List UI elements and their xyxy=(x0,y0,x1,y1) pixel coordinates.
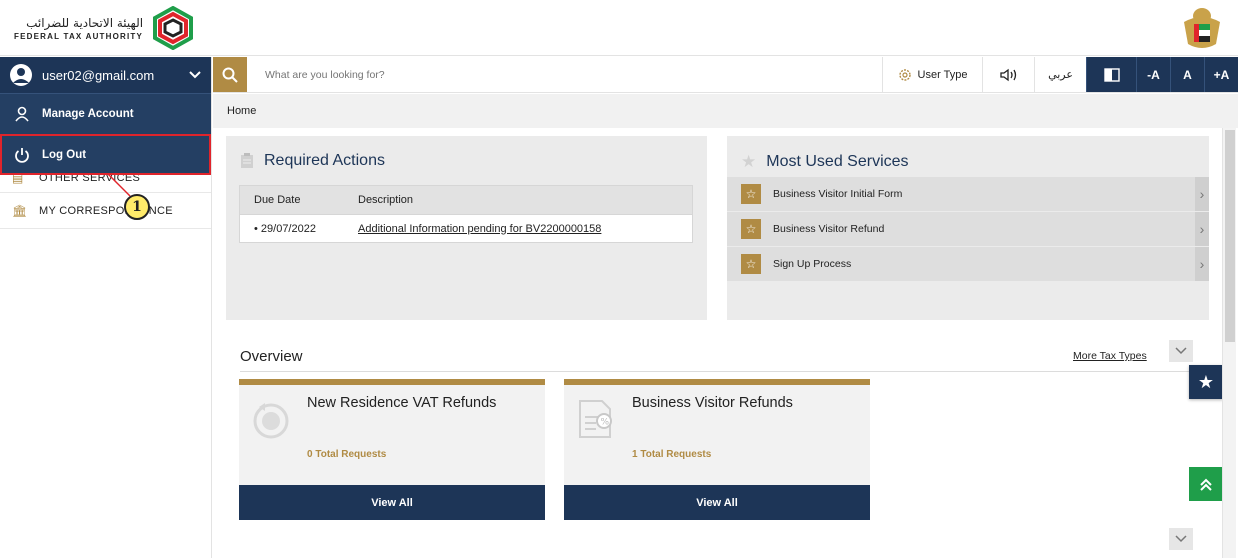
gear-icon xyxy=(898,68,911,81)
main-content: Required Actions Due Date Description • … xyxy=(213,128,1238,558)
breadcrumb-home[interactable]: Home xyxy=(227,105,256,117)
top-header: الهيئة الاتحادية للضرائب FEDERAL TAX AUT… xyxy=(0,0,1238,56)
row-due-date: • 29/07/2022 xyxy=(254,222,316,235)
search-icon xyxy=(222,67,238,83)
sidebar-item-label: OTHER SERVICES xyxy=(39,171,141,184)
scrollbar-thumb[interactable] xyxy=(1225,130,1235,342)
font-normal-button[interactable]: A xyxy=(1170,57,1204,92)
scroll-to-top-button[interactable] xyxy=(1189,467,1223,501)
more-tax-types-link[interactable]: More Tax Types xyxy=(1073,350,1147,362)
user-type-label: User Type xyxy=(917,68,968,81)
search-button[interactable] xyxy=(213,57,247,92)
service-item-business-visitor-refund[interactable]: ☆ Business Visitor Refund › xyxy=(727,212,1209,246)
page-scrollbar[interactable] xyxy=(1222,128,1236,558)
uae-emblem-icon xyxy=(1184,8,1220,48)
overview-divider xyxy=(240,371,1220,372)
chevron-down-icon xyxy=(1175,535,1187,543)
required-actions-table: Due Date Description • 29/07/2022 Additi… xyxy=(239,185,693,243)
required-actions-title: Required Actions xyxy=(240,152,385,170)
bank-icon: 🏛 xyxy=(12,203,28,218)
manage-account-menu-item[interactable]: Manage Account xyxy=(0,93,211,134)
column-description: Description xyxy=(358,194,414,206)
required-actions-heading: Required Actions xyxy=(264,152,385,169)
card-total-requests: 0 Total Requests xyxy=(307,449,387,460)
sidebar-item-my-correspondence[interactable]: 🏛 MY CORRESPONDENCE xyxy=(0,193,211,229)
clipboard-icon xyxy=(241,153,253,168)
sidebar: user02@gmail.com Manage Account Log Out … xyxy=(0,57,212,558)
overview-collapse-button[interactable] xyxy=(1169,340,1193,362)
section-collapse-button[interactable] xyxy=(1169,528,1193,550)
star-icon: ☆ xyxy=(741,219,761,239)
logo-text: الهيئة الاتحادية للضرائب FEDERAL TAX AUT… xyxy=(14,16,143,41)
log-out-label: Log Out xyxy=(42,149,87,161)
view-all-button[interactable]: View All xyxy=(239,485,545,520)
table-header: Due Date Description xyxy=(240,186,692,214)
new-residence-vat-refunds-card: New Residence VAT Refunds 0 Total Reques… xyxy=(239,379,545,520)
chevron-down-icon xyxy=(189,71,201,79)
avatar-icon xyxy=(10,64,32,86)
most-used-services-panel: ★ Most Used Services ☆ Business Visitor … xyxy=(727,136,1209,320)
most-used-services-heading: Most Used Services xyxy=(766,153,909,170)
language-toggle-button[interactable]: عربي xyxy=(1034,57,1086,92)
font-increase-button[interactable]: +A xyxy=(1204,57,1238,92)
user-menu-toggle[interactable]: user02@gmail.com xyxy=(0,57,211,93)
sidebar-item-other-services[interactable]: ▤ OTHER SERVICES xyxy=(0,163,211,193)
service-item-label: Business Visitor Refund xyxy=(773,223,885,235)
power-icon xyxy=(14,147,30,163)
table-row: • 29/07/2022 Additional Information pend… xyxy=(240,214,692,242)
service-item-label: Business Visitor Initial Form xyxy=(773,188,903,200)
search-toolbar: User Type عربي -A A +A xyxy=(213,57,1238,93)
service-item-sign-up-process[interactable]: ☆ Sign Up Process › xyxy=(727,247,1209,281)
fta-logo-icon xyxy=(153,6,194,50)
step-marker: 1 xyxy=(124,194,150,220)
logo-english-text: FEDERAL TAX AUTHORITY xyxy=(14,31,144,41)
favorites-button[interactable]: ★ xyxy=(1189,365,1223,399)
person-icon xyxy=(14,106,30,122)
card-title: New Residence VAT Refunds xyxy=(307,395,497,411)
view-all-button[interactable]: View All xyxy=(564,485,870,520)
double-chevron-up-icon xyxy=(1200,478,1212,491)
column-due-date: Due Date xyxy=(254,194,301,206)
star-outline-icon: ★ xyxy=(741,152,757,171)
overview-title: Overview xyxy=(240,348,303,365)
sidebar-item-label: MY CORRESPONDENCE xyxy=(39,204,173,217)
svg-text:%: % xyxy=(601,418,610,428)
user-type-button[interactable]: User Type xyxy=(882,57,982,92)
card-total-requests: 1 Total Requests xyxy=(632,449,712,460)
row-description-link[interactable]: Additional Information pending for BV220… xyxy=(358,223,601,235)
most-used-services-title: ★ Most Used Services xyxy=(741,152,909,172)
text-to-speech-button[interactable] xyxy=(982,57,1034,92)
contrast-icon xyxy=(1103,67,1120,82)
document-icon: ▤ xyxy=(12,170,24,185)
contrast-toggle-button[interactable] xyxy=(1086,57,1136,92)
star-icon: ☆ xyxy=(741,184,761,204)
required-actions-panel: Required Actions Due Date Description • … xyxy=(226,136,707,320)
service-item-business-visitor-initial-form[interactable]: ☆ Business Visitor Initial Form › xyxy=(727,177,1209,211)
card-title: Business Visitor Refunds xyxy=(632,395,793,411)
fta-logo[interactable]: الهيئة الاتحادية للضرائب FEDERAL TAX AUT… xyxy=(14,6,195,50)
speaker-icon xyxy=(999,68,1016,81)
user-email: user02@gmail.com xyxy=(42,67,155,83)
search-input[interactable] xyxy=(247,57,882,92)
chevron-right-icon: › xyxy=(1195,177,1209,211)
manage-account-label: Manage Account xyxy=(42,108,134,120)
business-visitor-refunds-card: % Business Visitor Refunds 1 Total Reque… xyxy=(564,379,870,520)
service-item-label: Sign Up Process xyxy=(773,258,852,270)
chevron-down-icon xyxy=(1175,347,1187,355)
chevron-right-icon: › xyxy=(1195,247,1209,281)
breadcrumb: Home xyxy=(213,94,1238,128)
logo-arabic-text: الهيئة الاتحادية للضرائب xyxy=(26,15,144,30)
font-decrease-button[interactable]: -A xyxy=(1136,57,1170,92)
star-icon: ☆ xyxy=(741,254,761,274)
star-icon: ★ xyxy=(1197,371,1215,392)
refund-icon xyxy=(253,403,289,439)
chevron-right-icon: › xyxy=(1195,212,1209,246)
document-percent-icon: % xyxy=(579,400,612,438)
